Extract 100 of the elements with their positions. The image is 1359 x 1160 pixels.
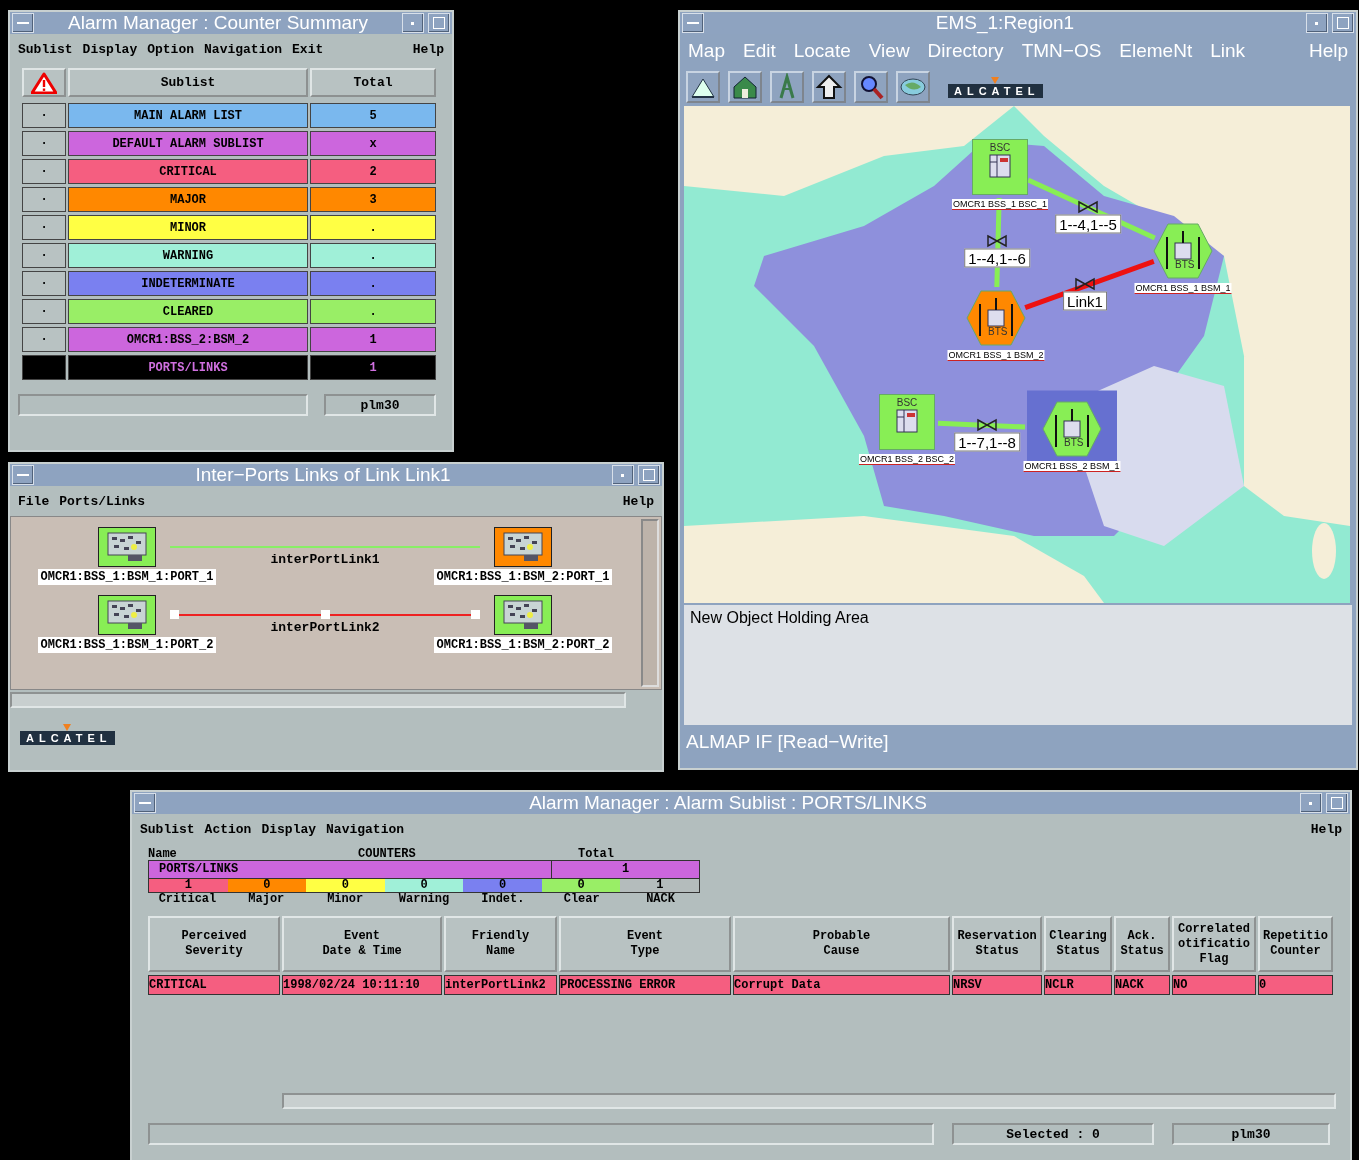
row-marker[interactable]: · bbox=[22, 187, 66, 212]
row-marker[interactable]: · bbox=[22, 131, 66, 156]
house-button[interactable] bbox=[728, 71, 762, 103]
help-menu[interactable]: Help bbox=[412, 41, 444, 57]
table-cell[interactable]: . bbox=[310, 243, 436, 268]
horizontal-scrollbar[interactable] bbox=[10, 692, 626, 708]
search-button[interactable] bbox=[854, 71, 888, 103]
mountain-button[interactable] bbox=[686, 71, 720, 103]
table-cell[interactable]: MINOR bbox=[68, 215, 308, 240]
link-label[interactable]: 1--7,1--8 bbox=[954, 432, 1020, 452]
row-marker[interactable]: · bbox=[22, 271, 66, 296]
table-cell[interactable]: MAJOR bbox=[68, 187, 308, 212]
link-label[interactable]: 1--4,1--5 bbox=[1055, 214, 1121, 234]
minimize-button[interactable] bbox=[612, 465, 634, 485]
window-menu-button[interactable] bbox=[682, 13, 704, 33]
minimize-button[interactable] bbox=[402, 13, 424, 33]
column-header[interactable]: Event Type bbox=[559, 916, 731, 972]
column-header[interactable]: Repetitio Counter bbox=[1258, 916, 1333, 972]
table-cell[interactable]: x bbox=[310, 131, 436, 156]
window-menu-button[interactable] bbox=[134, 793, 156, 813]
maximize-button[interactable] bbox=[638, 465, 660, 485]
table-cell[interactable]: CRITICAL bbox=[68, 159, 308, 184]
table-cell[interactable]: DEFAULT ALARM SUBLIST bbox=[68, 131, 308, 156]
column-header[interactable]: Sublist bbox=[68, 68, 308, 97]
table-cell[interactable]: NO bbox=[1172, 975, 1256, 995]
window-menu-button[interactable] bbox=[12, 13, 34, 33]
bts-node[interactable]: BTS bbox=[1044, 401, 1100, 457]
menu-item[interactable]: Navigation bbox=[204, 41, 283, 57]
row-marker[interactable] bbox=[22, 355, 66, 380]
table-cell[interactable]: 0 bbox=[1258, 975, 1333, 995]
bts-node[interactable]: BTS bbox=[1155, 223, 1211, 279]
table-cell[interactable]: 5 bbox=[310, 103, 436, 128]
menu-item[interactable]: Navigation bbox=[326, 821, 405, 837]
circuit-board-icon[interactable] bbox=[494, 595, 552, 635]
table-cell[interactable]: OMCR1:BSS_2:BSM_2 bbox=[68, 327, 308, 352]
table-cell[interactable]: PROCESSING ERROR bbox=[559, 975, 731, 995]
column-header[interactable]: Correlated otificatio Flag bbox=[1172, 916, 1256, 972]
column-header[interactable]: Friendly Name bbox=[444, 916, 557, 972]
bsc-node[interactable]: BSC bbox=[879, 394, 935, 450]
window-menu-button[interactable] bbox=[12, 465, 34, 485]
minimize-button[interactable] bbox=[1300, 793, 1322, 813]
column-header[interactable]: Ack. Status bbox=[1114, 916, 1170, 972]
circuit-board-icon[interactable] bbox=[98, 595, 156, 635]
table-cell[interactable]: NCLR bbox=[1044, 975, 1112, 995]
table-cell[interactable]: 3 bbox=[310, 187, 436, 212]
table-cell[interactable]: INDETERMINATE bbox=[68, 271, 308, 296]
column-header[interactable]: Perceived Severity bbox=[148, 916, 280, 972]
bsc-node[interactable]: BSC bbox=[972, 139, 1028, 195]
menu-item[interactable]: Action bbox=[204, 821, 252, 837]
column-header[interactable]: Event Date & Time bbox=[282, 916, 442, 972]
maximize-button[interactable] bbox=[1332, 13, 1354, 33]
column-header[interactable]: Probable Cause bbox=[733, 916, 950, 972]
horizontal-scrollbar[interactable] bbox=[282, 1093, 1336, 1109]
menu-item[interactable]: Exit bbox=[292, 41, 324, 57]
vertical-scrollbar[interactable] bbox=[641, 519, 659, 687]
link-label[interactable]: Link1 bbox=[1063, 291, 1107, 311]
up-arrow-button[interactable] bbox=[812, 71, 846, 103]
column-header[interactable]: Reservation Status bbox=[952, 916, 1042, 972]
row-marker[interactable]: · bbox=[22, 243, 66, 268]
table-cell[interactable]: PORTS/LINKS bbox=[68, 355, 308, 380]
table-cell[interactable]: NACK bbox=[1114, 975, 1170, 995]
maximize-button[interactable] bbox=[1326, 793, 1348, 813]
table-cell[interactable]: 1998/02/24 10:11:10 bbox=[282, 975, 442, 995]
table-cell[interactable]: . bbox=[310, 299, 436, 324]
help-menu[interactable]: Help bbox=[1310, 821, 1342, 837]
table-cell[interactable]: MAIN ALARM LIST bbox=[68, 103, 308, 128]
table-cell[interactable]: interPortLink2 bbox=[444, 975, 557, 995]
minimize-button[interactable] bbox=[1306, 13, 1328, 33]
menu-item[interactable]: Display bbox=[261, 821, 317, 837]
row-marker[interactable]: · bbox=[22, 327, 66, 352]
menu-item[interactable]: Display bbox=[82, 41, 138, 57]
menu-item[interactable]: Sublist bbox=[18, 41, 73, 57]
table-cell[interactable]: WARNING bbox=[68, 243, 308, 268]
menu-item[interactable]: Option bbox=[147, 41, 195, 57]
table-cell[interactable]: Corrupt Data bbox=[733, 975, 950, 995]
table-cell[interactable]: CLEARED bbox=[68, 299, 308, 324]
menu-item[interactable]: Ports/Links bbox=[59, 493, 146, 509]
column-header[interactable]: Clearing Status bbox=[1044, 916, 1112, 972]
globe-button[interactable] bbox=[896, 71, 930, 103]
link-label[interactable]: 1--4,1--6 bbox=[964, 248, 1030, 268]
table-cell[interactable]: 1 bbox=[310, 327, 436, 352]
row-marker[interactable]: · bbox=[22, 159, 66, 184]
table-cell[interactable]: NRSV bbox=[952, 975, 1042, 995]
circuit-board-icon[interactable] bbox=[494, 527, 552, 567]
menu-item[interactable]: File bbox=[18, 493, 50, 509]
maximize-button[interactable] bbox=[428, 13, 450, 33]
tower-button[interactable] bbox=[770, 71, 804, 103]
row-marker[interactable]: · bbox=[22, 299, 66, 324]
row-marker[interactable]: · bbox=[22, 103, 66, 128]
table-cell[interactable]: 2 bbox=[310, 159, 436, 184]
column-header[interactable]: Total bbox=[310, 68, 436, 97]
help-menu[interactable]: Help bbox=[622, 493, 654, 509]
table-cell[interactable]: 1 bbox=[310, 355, 436, 380]
table-cell[interactable]: . bbox=[310, 215, 436, 240]
bts-node[interactable]: BTS bbox=[968, 290, 1024, 346]
row-marker[interactable]: · bbox=[22, 215, 66, 240]
circuit-board-icon[interactable] bbox=[98, 527, 156, 567]
menu-item[interactable]: Sublist bbox=[140, 821, 195, 837]
table-cell[interactable]: . bbox=[310, 271, 436, 296]
table-cell[interactable]: CRITICAL bbox=[148, 975, 280, 995]
